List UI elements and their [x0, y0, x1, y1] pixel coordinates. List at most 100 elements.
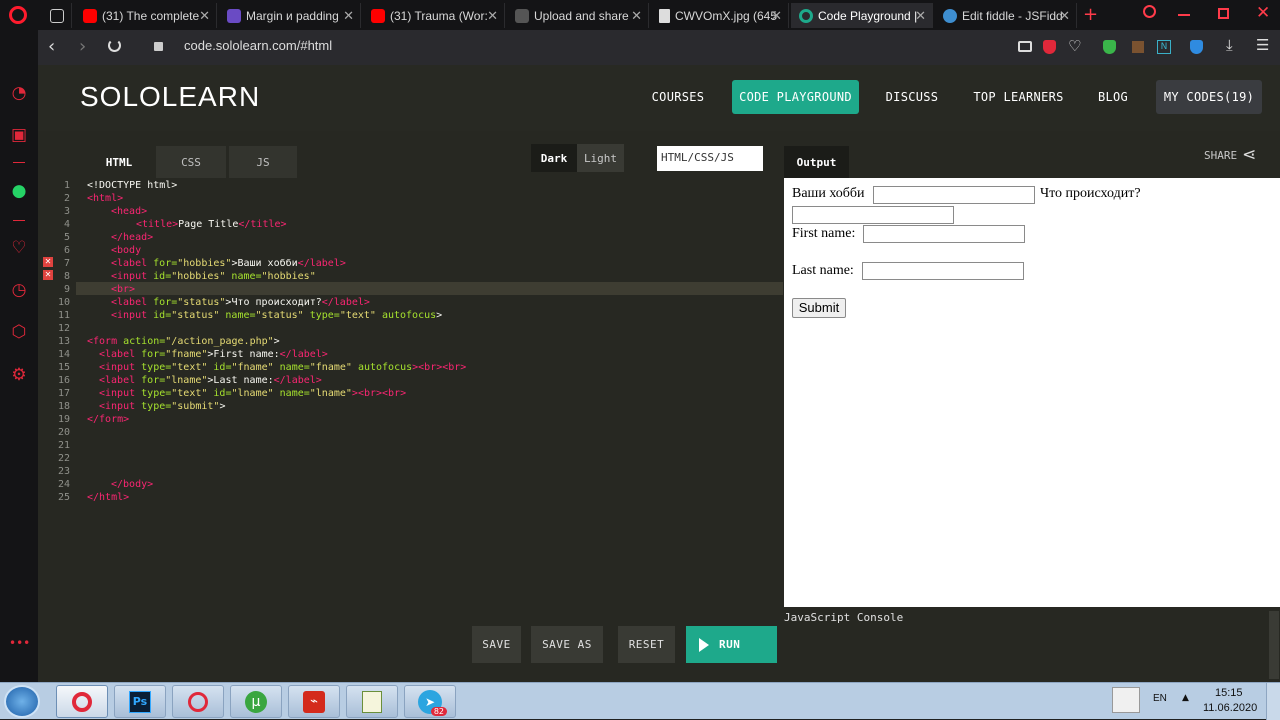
- logo[interactable]: SOLOLEARN: [80, 81, 260, 113]
- heart-icon[interactable]: ♡: [9, 238, 29, 258]
- opera-menu-icon[interactable]: [9, 6, 27, 24]
- line-number: 17: [57, 388, 70, 399]
- code-line: <input id="status" name="status" type="t…: [111, 310, 443, 321]
- reload-icon[interactable]: [108, 39, 121, 52]
- taskbar-opera-active[interactable]: [56, 685, 108, 718]
- url-field[interactable]: code.sololearn.com/#html: [184, 38, 332, 53]
- taskbar-acrobat[interactable]: ⌁: [288, 685, 340, 718]
- nav-discuss[interactable]: DISCUSS: [878, 80, 946, 114]
- speedometer-icon[interactable]: ◔: [9, 83, 29, 103]
- line-number: 15: [57, 362, 70, 373]
- tab-js[interactable]: JS: [229, 146, 297, 179]
- twitch-icon[interactable]: ▣: [9, 125, 29, 145]
- lock-icon: [154, 42, 163, 51]
- close-tab-icon[interactable]: ✕: [631, 8, 642, 24]
- forward-icon[interactable]: ›: [79, 36, 86, 57]
- camera-icon[interactable]: [1018, 41, 1032, 52]
- reset-button[interactable]: RESET: [618, 626, 675, 663]
- clock-date[interactable]: 11.06.2020: [1203, 702, 1257, 714]
- clock-time[interactable]: 15:15: [1215, 687, 1243, 699]
- utorrent-icon: µ: [245, 691, 267, 713]
- settings-gear-icon[interactable]: ⚙: [9, 365, 29, 385]
- taskbar-telegram[interactable]: ➤ 82: [404, 685, 456, 718]
- browser-tab-active[interactable]: Code Playground | ✕: [791, 3, 933, 28]
- first-name-input[interactable]: [863, 225, 1025, 243]
- status-input[interactable]: [792, 206, 954, 224]
- maximize-icon[interactable]: [1218, 8, 1229, 19]
- cube-icon[interactable]: ⬡: [9, 322, 29, 342]
- sololearn-page: SOLOLEARN COURSES CODE PLAYGROUND DISCUS…: [38, 65, 1280, 682]
- language-indicator[interactable]: EN: [1153, 693, 1167, 704]
- line-number: 14: [57, 349, 70, 360]
- easy-setup-icon[interactable]: ☰: [1256, 36, 1269, 54]
- nav-courses[interactable]: COURSES: [642, 80, 714, 114]
- minimize-icon[interactable]: [1178, 14, 1190, 16]
- line-number: 8: [63, 271, 70, 282]
- close-tab-icon[interactable]: ✕: [487, 8, 498, 24]
- whatsapp-icon[interactable]: ●: [9, 181, 29, 201]
- save-button[interactable]: SAVE: [472, 626, 521, 663]
- extension-cube-icon[interactable]: [1132, 41, 1144, 53]
- hobbies-input[interactable]: [873, 186, 1035, 204]
- browser-tab[interactable]: (31) The complete ✕: [75, 3, 217, 28]
- submit-button[interactable]: Submit: [792, 298, 846, 318]
- close-tab-icon[interactable]: ✕: [771, 8, 782, 24]
- close-tab-icon[interactable]: ✕: [915, 8, 926, 24]
- history-clock-icon[interactable]: ◷: [9, 280, 29, 300]
- handwriting-icon[interactable]: [1112, 687, 1140, 713]
- taskbar-opera-gx[interactable]: [172, 685, 224, 718]
- show-desktop-button[interactable]: [1266, 683, 1280, 720]
- tab-html[interactable]: HTML: [83, 146, 155, 179]
- adblock-icon[interactable]: [1043, 40, 1056, 54]
- code-line: <title>Page Title</title>: [136, 219, 287, 230]
- download-icon[interactable]: ⤓: [1226, 36, 1233, 54]
- tab-css[interactable]: CSS: [156, 146, 226, 179]
- theme-dark-button[interactable]: Dark: [531, 144, 577, 172]
- nav-my-codes[interactable]: MY CODES(19): [1156, 80, 1262, 114]
- hobbies-label: Ваши хобби: [792, 186, 865, 201]
- code-editor[interactable]: ✕ ✕ 1 2 3 4 5 6 7 8 9 10 11 12 13 14 15 16 17 18 19 20 21 22 2…: [43, 178, 783, 607]
- tray-expand-icon[interactable]: ▲: [1182, 693, 1189, 703]
- browser-tab[interactable]: Edit fiddle - JSFidd ✕: [935, 3, 1077, 28]
- save-as-button[interactable]: SAVE AS: [531, 626, 603, 663]
- vpn-shield-icon[interactable]: [1103, 40, 1116, 54]
- browser-tab[interactable]: Margin и padding ✕: [219, 3, 361, 28]
- browser-tab-bar: (31) The complete ✕ Margin и padding ✕ (31…: [0, 0, 1280, 30]
- line-number: 16: [57, 375, 70, 386]
- search-tabs-icon[interactable]: [1143, 5, 1156, 18]
- console-scrollbar[interactable]: [1269, 611, 1279, 679]
- close-tab-icon[interactable]: ✕: [199, 8, 210, 24]
- browser-tab[interactable]: (31) Trauma (Wor: ✕: [363, 3, 505, 28]
- tab-output[interactable]: Output: [784, 146, 849, 179]
- taskbar-notepad[interactable]: [346, 685, 398, 718]
- code-line: <!DOCTYPE html>: [87, 180, 178, 191]
- browser-tab[interactable]: Upload and share ✕: [507, 3, 649, 28]
- close-tab-icon[interactable]: ✕: [1059, 8, 1070, 24]
- start-button[interactable]: [4, 685, 40, 718]
- theme-light-button[interactable]: Light: [577, 144, 624, 172]
- browser-tab[interactable]: [40, 3, 72, 28]
- code-line: <label for="status">Что происходит?</lab…: [111, 297, 370, 308]
- nav-code-playground[interactable]: CODE PLAYGROUND: [732, 80, 859, 114]
- share-button[interactable]: SHARE ⋖: [1204, 145, 1256, 165]
- language-select[interactable]: HTML/CSS/JS: [657, 146, 763, 171]
- close-window-icon[interactable]: ✕: [1256, 3, 1270, 23]
- heart-icon[interactable]: ♡: [1068, 37, 1081, 55]
- shield-favicon-icon: [227, 8, 241, 23]
- run-button[interactable]: RUN: [686, 626, 777, 663]
- notepad-icon: [362, 691, 382, 713]
- close-tab-icon[interactable]: ✕: [343, 8, 354, 24]
- output-pane: Ваши хобби Что происходит? First name: L…: [784, 178, 1280, 607]
- new-tab-icon[interactable]: +: [1083, 4, 1098, 25]
- last-name-input[interactable]: [862, 262, 1024, 280]
- back-icon[interactable]: ‹: [48, 36, 55, 57]
- nav-top-learners[interactable]: TOP LEARNERS: [966, 80, 1071, 114]
- browser-tab[interactable]: CWVOmX.jpg (645 ✕: [651, 3, 789, 28]
- taskbar-utorrent[interactable]: µ: [230, 685, 282, 718]
- shield-extension-icon[interactable]: [1190, 40, 1203, 54]
- more-dots-icon[interactable]: •••: [9, 633, 30, 653]
- sb-favicon-icon: [515, 8, 529, 23]
- n-extension-icon[interactable]: N: [1157, 40, 1171, 54]
- taskbar-photoshop[interactable]: Ps: [114, 685, 166, 718]
- nav-blog[interactable]: BLOG: [1090, 80, 1136, 114]
